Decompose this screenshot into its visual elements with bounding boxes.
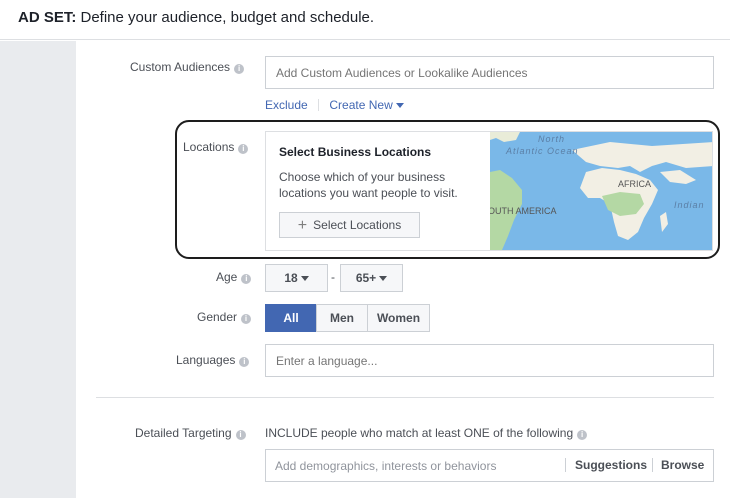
header-prefix: AD SET: [18, 9, 77, 26]
custom-audiences-label: Custom Audiences i [130, 60, 245, 74]
browse-button[interactable]: Browse [661, 458, 704, 472]
gender-women-button[interactable]: Women [367, 304, 430, 332]
chevron-down-icon [395, 103, 404, 108]
gender-men-button[interactable]: Men [316, 304, 368, 332]
detailed-targeting-placeholder: Add demographics, interests or behaviors [275, 459, 497, 473]
header-suffix: . [369, 9, 375, 26]
gender-label: Gender i [197, 310, 252, 324]
detailed-targeting-label: Detailed Targeting i [135, 426, 246, 440]
divider [565, 458, 566, 472]
left-sidebar [0, 41, 76, 498]
age-min-select[interactable]: 18 [265, 264, 328, 292]
age-max-select[interactable]: 65+ [340, 264, 403, 292]
page-header: AD SET: Define your audience, budget and… [0, 0, 730, 40]
info-icon[interactable]: i [239, 357, 250, 367]
info-icon[interactable]: i [241, 274, 252, 284]
gender-label-text: Gender [197, 310, 238, 324]
custom-audiences-actions: Exclude Create New [265, 98, 404, 112]
include-text: INCLUDE people who match at least ONE of… [265, 426, 574, 440]
suggestions-button[interactable]: Suggestions [575, 458, 647, 472]
age-label-text: Age [216, 270, 238, 284]
create-new-dropdown[interactable]: Create New [329, 98, 404, 112]
age-label: Age i [216, 270, 252, 284]
section-divider [96, 397, 714, 398]
info-icon[interactable]: i [234, 64, 245, 74]
info-icon[interactable]: i [577, 430, 588, 440]
gender-all-button[interactable]: All [265, 304, 317, 332]
languages-input[interactable] [265, 344, 714, 377]
exclude-link[interactable]: Exclude [265, 98, 308, 112]
age-separator: - [331, 270, 335, 284]
divider [318, 99, 320, 111]
age-min-value: 18 [284, 271, 298, 285]
detailed-targeting-input[interactable]: Add demographics, interests or behaviors… [265, 449, 714, 482]
divider [652, 458, 653, 472]
languages-label-text: Languages [176, 353, 236, 367]
chevron-down-icon [379, 276, 388, 281]
custom-audiences-input[interactable] [265, 56, 714, 89]
detailed-targeting-label-text: Detailed Targeting [135, 426, 232, 440]
create-new-label: Create New [329, 98, 393, 112]
age-max-value: 65+ [355, 271, 377, 285]
info-icon[interactable]: i [241, 314, 252, 324]
detailed-targeting-include: INCLUDE people who match at least ONE of… [265, 426, 588, 440]
languages-label: Languages i [176, 353, 250, 367]
header-text: Define your audience, budget and schedul… [76, 9, 370, 26]
locations-highlight-outline [175, 120, 720, 259]
custom-audiences-label-text: Custom Audiences [130, 60, 231, 74]
info-icon[interactable]: i [235, 430, 246, 440]
chevron-down-icon [300, 276, 309, 281]
